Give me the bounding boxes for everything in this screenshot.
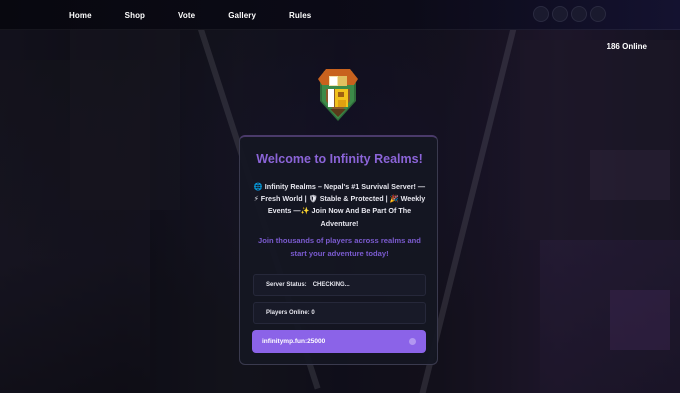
server-description: 🌐 Infinity Realms – Nepal's #1 Survival … xyxy=(253,182,426,228)
server-status-value: CHECKING... xyxy=(312,282,350,288)
nav-link-shop[interactable]: Shop xyxy=(125,11,145,20)
top-navbar: Home Shop Vote Gallery Rules xyxy=(0,0,680,30)
players-online-box: Players Online: 0 xyxy=(253,302,426,324)
server-status-box: Server Status: CHECKING... xyxy=(253,274,426,296)
discord-icon[interactable] xyxy=(533,6,549,22)
online-count: 186 Online xyxy=(606,42,647,51)
players-online-label: Players Online: 0 xyxy=(266,310,315,316)
nav-link-home[interactable]: Home xyxy=(69,11,92,20)
welcome-card: Welcome to Infinity Realms! 🌐 Infinity R… xyxy=(239,135,438,365)
copy-icon[interactable] xyxy=(409,338,416,345)
server-logo xyxy=(318,69,358,121)
youtube-icon[interactable] xyxy=(552,6,568,22)
server-status-label: Server Status: xyxy=(266,282,307,288)
nav-link-vote[interactable]: Vote xyxy=(178,11,195,20)
nav-link-gallery[interactable]: Gallery xyxy=(228,11,256,20)
nav-link-rules[interactable]: Rules xyxy=(289,11,311,20)
tagline: Join thousands of players across realms … xyxy=(258,236,421,258)
server-ip-button[interactable]: infinitymp.fun:25000 xyxy=(252,330,426,353)
welcome-title: Welcome to Infinity Realms! xyxy=(256,152,423,166)
tiktok-icon[interactable] xyxy=(571,6,587,22)
server-ip-text: infinitymp.fun:25000 xyxy=(262,338,326,345)
instagram-icon[interactable] xyxy=(590,6,606,22)
